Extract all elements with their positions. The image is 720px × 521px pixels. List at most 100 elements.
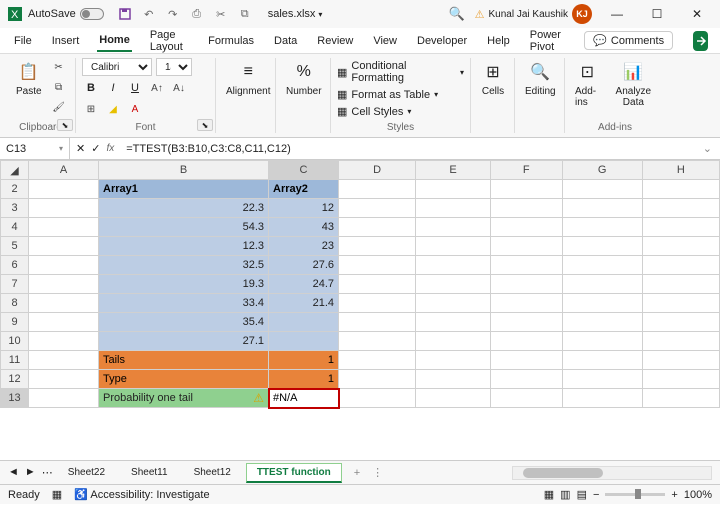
tab-view[interactable]: View <box>371 31 399 51</box>
sheet-tab[interactable]: Sheet11 <box>120 463 179 482</box>
cell[interactable]: 22.3 <box>99 199 269 218</box>
row-header[interactable]: 8 <box>1 294 29 313</box>
active-cell[interactable]: #N/A <box>269 389 339 408</box>
cell[interactable]: 21.4 <box>269 294 339 313</box>
close-button[interactable]: ✕ <box>682 4 712 24</box>
cell[interactable]: 54.3 <box>99 218 269 237</box>
tab-page-layout[interactable]: Page Layout <box>148 25 190 57</box>
enter-formula-icon[interactable]: ✓ <box>91 142 100 155</box>
row-header[interactable]: 11 <box>1 351 29 370</box>
italic-button[interactable]: I <box>104 79 122 97</box>
cell[interactable]: 23 <box>269 237 339 256</box>
col-header-d[interactable]: D <box>339 161 416 180</box>
error-warning-icon[interactable]: ⚠ <box>253 391 264 405</box>
autosave-toggle[interactable]: AutoSave <box>28 8 104 20</box>
cell[interactable]: Probability one tail⚠ <box>99 389 269 408</box>
cell[interactable]: Array1 <box>99 180 269 199</box>
cell[interactable] <box>269 313 339 332</box>
col-header-h[interactable]: H <box>642 161 719 180</box>
cell[interactable]: 27.1 <box>99 332 269 351</box>
decrease-font-button[interactable]: A↓ <box>170 79 188 97</box>
copy-button[interactable]: ⧉ <box>50 78 68 96</box>
font-size-select[interactable]: 14 <box>156 58 192 76</box>
save-icon[interactable] <box>118 7 132 21</box>
horizontal-scrollbar[interactable] <box>512 466 712 480</box>
zoom-level[interactable]: 100% <box>684 489 712 501</box>
cell[interactable]: Array2 <box>269 180 339 199</box>
col-header-g[interactable]: G <box>562 161 642 180</box>
sheet-nav-more[interactable]: ⋯ <box>42 466 53 479</box>
copy-icon[interactable]: ⧉ <box>238 7 252 21</box>
fill-color-button[interactable]: ◢ <box>104 100 122 118</box>
col-header-e[interactable]: E <box>416 161 491 180</box>
format-as-table-button[interactable]: ▦Format as Table▾ <box>337 88 438 101</box>
maximize-button[interactable]: ☐ <box>642 4 672 24</box>
cell[interactable]: 12.3 <box>99 237 269 256</box>
minimize-button[interactable]: — <box>602 4 632 24</box>
row-header[interactable]: 9 <box>1 313 29 332</box>
tab-insert[interactable]: Insert <box>50 31 82 51</box>
cell[interactable]: Tails <box>99 351 269 370</box>
col-header-f[interactable]: F <box>490 161 562 180</box>
zoom-in-button[interactable]: + <box>671 489 677 501</box>
row-header[interactable]: 2 <box>1 180 29 199</box>
expand-formula-icon[interactable]: ⌄ <box>695 142 720 155</box>
border-button[interactable]: ⊞ <box>82 100 100 118</box>
analyze-data-button[interactable]: 📊 Analyze Data <box>608 58 659 110</box>
tab-power-pivot[interactable]: Power Pivot <box>528 25 568 57</box>
row-header[interactable]: 7 <box>1 275 29 294</box>
cut-icon[interactable]: ✂ <box>214 7 228 21</box>
cell-styles-button[interactable]: ▦Cell Styles▾ <box>337 105 411 118</box>
tab-data[interactable]: Data <box>272 31 299 51</box>
cell[interactable]: 1 <box>269 370 339 389</box>
tab-home[interactable]: Home <box>97 30 132 52</box>
row-header[interactable]: 3 <box>1 199 29 218</box>
cell[interactable]: 43 <box>269 218 339 237</box>
accessibility-status[interactable]: ♿ Accessibility: Investigate <box>74 488 209 501</box>
cell[interactable]: Type <box>99 370 269 389</box>
fx-icon[interactable]: fx <box>106 143 114 154</box>
tab-help[interactable]: Help <box>485 31 512 51</box>
print-icon[interactable]: ⎙ <box>190 7 204 21</box>
tab-formulas[interactable]: Formulas <box>206 31 256 51</box>
formula-bar[interactable]: =TTEST(B3:B10,C3:C8,C11,C12) <box>120 143 695 155</box>
font-name-select[interactable]: Calibri <box>82 58 152 76</box>
col-header-b[interactable]: B <box>99 161 269 180</box>
row-header[interactable]: 12 <box>1 370 29 389</box>
format-painter-button[interactable]: 🖌 <box>50 98 68 116</box>
bold-button[interactable]: B <box>82 79 100 97</box>
paste-button[interactable]: 📋 Paste <box>12 58 46 99</box>
select-all-corner[interactable]: ◢ <box>1 161 29 180</box>
editing-button[interactable]: 🔍 Editing <box>521 58 560 99</box>
share-button[interactable] <box>693 31 708 51</box>
zoom-out-button[interactable]: − <box>593 489 599 501</box>
cells-button[interactable]: ⊞ Cells <box>477 58 509 99</box>
redo-icon[interactable]: ↷ <box>166 7 180 21</box>
cell[interactable]: 35.4 <box>99 313 269 332</box>
row-header[interactable]: 6 <box>1 256 29 275</box>
sheet-nav-prev[interactable]: ◄ <box>8 466 19 479</box>
cell[interactable]: 12 <box>269 199 339 218</box>
tab-developer[interactable]: Developer <box>415 31 469 51</box>
sheet-menu-icon[interactable]: ⋮ <box>372 466 383 479</box>
search-icon[interactable]: 🔍 <box>448 6 464 22</box>
cell[interactable]: 27.6 <box>269 256 339 275</box>
filename[interactable]: sales.xlsx ▾ <box>268 8 323 20</box>
comments-button[interactable]: 💬 Comments <box>584 31 673 50</box>
name-box[interactable]: C13 ▾ <box>0 138 70 159</box>
col-header-a[interactable]: A <box>29 161 99 180</box>
font-color-button[interactable]: A <box>126 100 144 118</box>
spreadsheet-grid[interactable]: ◢ A B C D E F G H 2Array1Array2 322.312 … <box>0 160 720 460</box>
view-pagebreak-icon[interactable]: ▤ <box>577 488 587 501</box>
tab-review[interactable]: Review <box>315 31 355 51</box>
undo-icon[interactable]: ↶ <box>142 7 156 21</box>
number-button[interactable]: % Number <box>282 58 326 99</box>
increase-font-button[interactable]: A↑ <box>148 79 166 97</box>
cell[interactable]: 33.4 <box>99 294 269 313</box>
sheet-tab[interactable]: Sheet22 <box>57 463 116 482</box>
conditional-formatting-button[interactable]: ▦Conditional Formatting▾ <box>337 60 464 84</box>
col-header-c[interactable]: C <box>269 161 339 180</box>
cell[interactable]: 19.3 <box>99 275 269 294</box>
row-header[interactable]: 10 <box>1 332 29 351</box>
row-header[interactable]: 4 <box>1 218 29 237</box>
